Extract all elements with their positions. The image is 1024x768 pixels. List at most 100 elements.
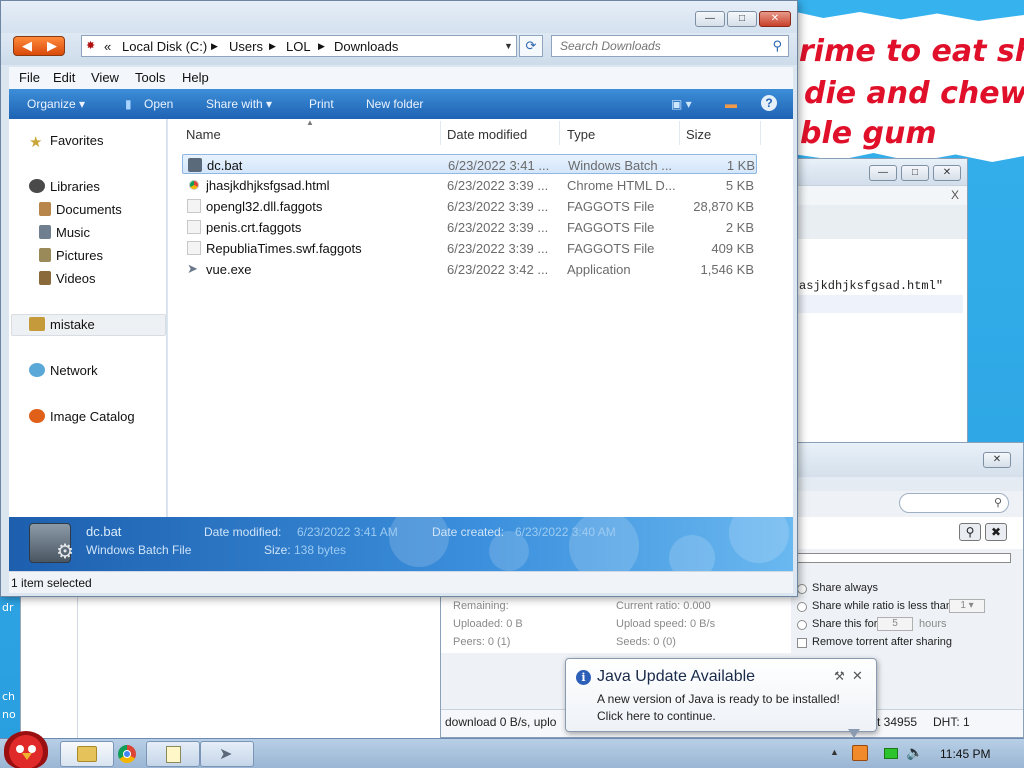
details-file-type: Windows Batch File <box>86 543 192 557</box>
chevron-right-icon[interactable]: ▶ <box>318 41 325 52</box>
search-icon[interactable]: ⚲ <box>959 523 981 541</box>
window-titlebar[interactable]: — □ ✕ <box>1 1 797 33</box>
column-header-date[interactable]: Date modified <box>447 127 527 142</box>
notification-pointer <box>848 729 860 738</box>
taskbar-notepad-button[interactable] <box>146 741 200 767</box>
taskbar-rocket-button[interactable]: ➤ <box>200 741 254 767</box>
table-row[interactable]: ➤ vue.exe 6/23/2022 3:42 ... Application… <box>182 259 757 279</box>
close-icon[interactable]: ✕ <box>852 668 863 684</box>
address-chevron[interactable]: « <box>104 39 111 54</box>
folder-icon <box>77 746 97 762</box>
share-always-label: Share always <box>812 582 879 594</box>
chevron-right-icon[interactable]: ▶ <box>211 41 218 52</box>
search-box[interactable]: ⚲ <box>551 35 789 57</box>
table-row[interactable]: dc.bat 6/23/2022 3:41 ... Windows Batch … <box>182 154 757 174</box>
table-row[interactable]: opengl32.dll.faggots 6/23/2022 3:39 ... … <box>182 196 757 216</box>
organize-button[interactable]: Organize ▾ <box>27 97 85 111</box>
java-update-notification[interactable]: i Java Update Available ⚒ ✕ A new versio… <box>565 658 877 732</box>
desktop-icon-label[interactable]: ch <box>2 690 15 703</box>
share-for-radio[interactable] <box>797 620 807 630</box>
table-row[interactable]: RepubliaTimes.swf.faggots 6/23/2022 3:39… <box>182 238 757 258</box>
chevron-right-icon[interactable]: ▶ <box>269 41 276 52</box>
column-header-name[interactable]: Name <box>186 127 221 142</box>
new-folder-button[interactable]: New folder <box>366 97 423 111</box>
clear-icon[interactable]: ✖ <box>985 523 1007 541</box>
ratio-stepper[interactable]: 1 ▾ <box>949 599 985 613</box>
chevron-down-icon[interactable]: ▼ <box>504 41 513 51</box>
column-divider[interactable] <box>559 121 560 145</box>
hours-label: hours <box>919 618 947 630</box>
desktop-icon-label[interactable]: no <box>2 708 16 721</box>
share-with-button[interactable]: Share with ▾ <box>206 97 272 111</box>
share-always-radio[interactable] <box>797 584 807 594</box>
back-forward-buttons[interactable]: ◀ ▶ <box>13 36 65 56</box>
desktop-icon-label[interactable]: dr <box>2 601 14 614</box>
print-button[interactable]: Print <box>309 97 334 111</box>
forward-arrow-icon[interactable]: ▶ <box>40 39 64 53</box>
details-size-label: Size: <box>264 543 291 557</box>
table-row[interactable]: penis.crt.faggots 6/23/2022 3:39 ... FAG… <box>182 217 757 237</box>
status-dht: DHT: 1 <box>933 715 970 729</box>
volume-icon[interactable]: 🔈 <box>906 744 923 761</box>
minimize-button[interactable]: — <box>869 165 897 181</box>
settings-wrench-icon[interactable]: ⚒ <box>834 669 845 683</box>
nav-videos[interactable]: Videos <box>39 271 96 286</box>
address-bar[interactable]: ✸ « Local Disk (C:) ▶ Users ▶ LOL ▶ Down… <box>81 35 517 57</box>
column-header-type[interactable]: Type <box>567 127 595 142</box>
menu-edit[interactable]: Edit <box>53 70 75 85</box>
address-segment-downloads[interactable]: Downloads <box>334 39 398 54</box>
search-icon[interactable]: ⚲ <box>772 38 782 54</box>
column-divider[interactable] <box>679 121 680 145</box>
network-tray-icon[interactable] <box>884 748 898 759</box>
menu-help[interactable]: Help <box>182 70 209 85</box>
view-options-icon[interactable]: ▣ ▾ <box>671 97 692 111</box>
file-name: RepubliaTimes.swf.faggots <box>206 241 362 256</box>
column-divider[interactable] <box>760 121 761 145</box>
nav-favorites[interactable]: ★ Favorites <box>29 133 103 150</box>
explorer-window[interactable]: — □ ✕ ◀ ▶ ✸ « Local Disk (C:) ▶ Users ▶ … <box>0 0 798 597</box>
remove-torrent-checkbox[interactable] <box>797 638 807 648</box>
taskbar-explorer-button[interactable] <box>60 741 114 767</box>
window-titlebar[interactable]: — □ ✕ <box>797 159 967 185</box>
java-tray-icon[interactable] <box>852 745 868 761</box>
close-icon[interactable]: X <box>951 188 959 202</box>
preview-pane-icon[interactable]: ▬ <box>725 97 737 111</box>
search-input[interactable] <box>560 36 766 56</box>
nav-music[interactable]: Music <box>39 225 90 240</box>
background-window-blank[interactable] <box>20 596 440 738</box>
nav-libraries[interactable]: Libraries <box>29 179 100 194</box>
refresh-icon[interactable]: ⟳ <box>519 35 543 57</box>
background-window-console[interactable]: — □ ✕ X asjkdhjksfgsad.html" <box>796 158 968 443</box>
clock[interactable]: 11:45 PM <box>940 747 990 761</box>
open-button[interactable]: Open <box>144 97 173 111</box>
address-segment-users[interactable]: Users <box>229 39 263 54</box>
torrent-search-input[interactable]: ⚲ <box>899 493 1009 513</box>
chrome-taskbar-icon[interactable] <box>118 745 136 763</box>
menu-file[interactable]: File <box>19 70 40 85</box>
table-row[interactable]: jhasjkdhjksfgsad.html 6/23/2022 3:39 ...… <box>182 175 757 195</box>
tray-expand-icon[interactable]: ▲ <box>830 747 839 757</box>
start-button[interactable] <box>4 731 48 768</box>
menu-tools[interactable]: Tools <box>135 70 165 85</box>
close-button[interactable]: ✕ <box>933 165 961 181</box>
notification-line2[interactable]: Click here to continue. <box>597 709 716 723</box>
file-list: Name ▲ Date modified Type Size dc.bat 6/… <box>168 118 793 517</box>
maximize-button[interactable]: □ <box>727 11 757 27</box>
hours-input[interactable]: 5 <box>877 617 913 631</box>
nav-pictures[interactable]: Pictures <box>39 248 103 263</box>
column-divider[interactable] <box>440 121 441 145</box>
minimize-button[interactable]: — <box>695 11 725 27</box>
nav-documents[interactable]: Documents <box>39 202 122 217</box>
share-ratio-radio[interactable] <box>797 602 807 612</box>
maximize-button[interactable]: □ <box>901 165 929 181</box>
back-arrow-icon[interactable]: ◀ <box>15 39 39 53</box>
nav-videos-label: Videos <box>56 271 96 286</box>
close-button[interactable]: ✕ <box>759 11 791 27</box>
help-icon[interactable]: ? <box>761 95 777 111</box>
column-header-size[interactable]: Size <box>686 127 711 142</box>
close-button[interactable]: ✕ <box>983 452 1011 468</box>
menu-view[interactable]: View <box>91 70 119 85</box>
address-segment-disk[interactable]: Local Disk (C:) <box>122 39 207 54</box>
address-segment-lol[interactable]: LOL <box>286 39 311 54</box>
notepad-icon <box>166 746 181 763</box>
